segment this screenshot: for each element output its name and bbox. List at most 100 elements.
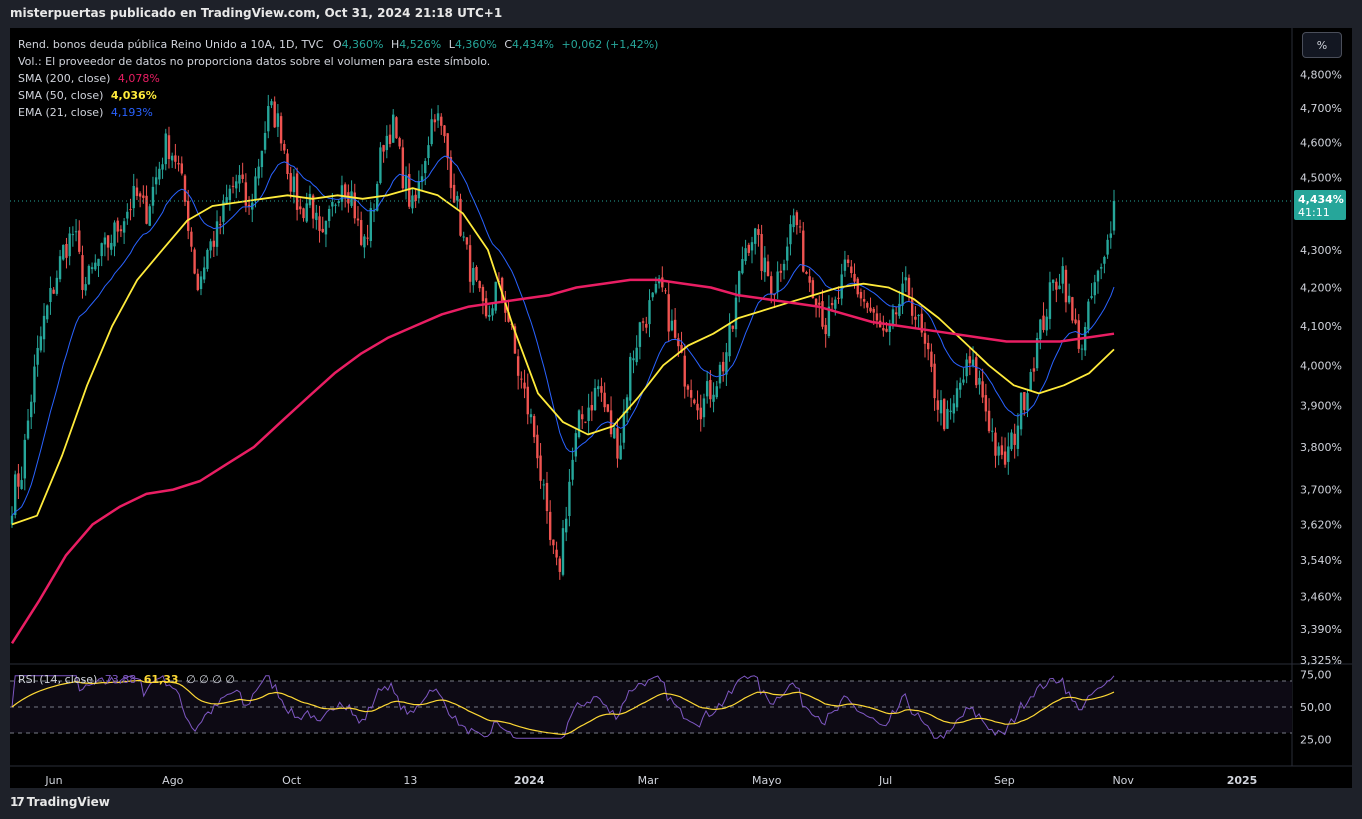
candle-body[interactable]: [792, 215, 795, 228]
candle-body[interactable]: [411, 195, 414, 209]
candle-body[interactable]: [1106, 239, 1109, 255]
candle-body[interactable]: [122, 221, 126, 233]
candle-body[interactable]: [414, 194, 417, 202]
candle-body[interactable]: [584, 421, 587, 423]
candle-body[interactable]: [962, 379, 965, 383]
candle-body[interactable]: [696, 403, 699, 411]
candle-body[interactable]: [449, 157, 453, 188]
candle-body[interactable]: [263, 132, 267, 150]
candle-body[interactable]: [183, 175, 187, 202]
candle-body[interactable]: [292, 176, 296, 193]
candle-body[interactable]: [978, 378, 981, 385]
candle-body[interactable]: [129, 209, 132, 211]
candle-body[interactable]: [555, 549, 558, 558]
candle-body[interactable]: [363, 236, 366, 248]
candle-body[interactable]: [770, 276, 773, 294]
candle-body[interactable]: [174, 155, 177, 162]
candle-body[interactable]: [1103, 257, 1106, 264]
percent-scale-button[interactable]: %: [1302, 32, 1342, 58]
candle-body[interactable]: [712, 394, 715, 402]
candle-body[interactable]: [488, 314, 491, 317]
candle-body[interactable]: [991, 430, 994, 432]
candle-body[interactable]: [1039, 319, 1042, 340]
candle-body[interactable]: [231, 185, 235, 187]
candle-body[interactable]: [818, 302, 821, 305]
candle-body[interactable]: [648, 300, 651, 325]
candle-body[interactable]: [997, 446, 1000, 456]
candle-body[interactable]: [161, 164, 164, 170]
candle-body[interactable]: [94, 262, 97, 270]
candle-body[interactable]: [904, 277, 907, 281]
candle-body[interactable]: [638, 322, 642, 347]
candle-body[interactable]: [882, 327, 885, 331]
ema21-line[interactable]: [11, 155, 1115, 517]
candle-body[interactable]: [862, 299, 866, 302]
candle-body[interactable]: [219, 224, 222, 226]
candle-body[interactable]: [853, 273, 856, 282]
candle-body[interactable]: [302, 208, 305, 219]
candle-body[interactable]: [472, 267, 475, 286]
candle-body[interactable]: [247, 204, 251, 207]
candle-body[interactable]: [946, 408, 949, 429]
candle-body[interactable]: [257, 166, 260, 179]
candle-body[interactable]: [145, 195, 148, 224]
candle-body[interactable]: [705, 381, 709, 397]
candle-body[interactable]: [603, 392, 606, 408]
candle-body[interactable]: [1093, 282, 1096, 296]
candle-body[interactable]: [779, 270, 783, 273]
candle-body[interactable]: [683, 355, 686, 387]
candle-body[interactable]: [808, 276, 811, 283]
candle-body[interactable]: [757, 229, 760, 235]
candle-body[interactable]: [299, 206, 302, 210]
candle-body[interactable]: [930, 351, 933, 367]
candle-body[interactable]: [23, 439, 27, 479]
candle-body[interactable]: [536, 434, 539, 459]
candle-body[interactable]: [523, 382, 526, 389]
candle-body[interactable]: [1048, 282, 1052, 319]
candle-body[interactable]: [1045, 316, 1048, 331]
candle-body[interactable]: [1071, 297, 1074, 321]
candle-body[interactable]: [87, 265, 91, 285]
candle-body[interactable]: [1042, 315, 1045, 330]
candle-body[interactable]: [379, 147, 382, 183]
candle-body[interactable]: [613, 427, 616, 439]
candle-body[interactable]: [516, 356, 520, 376]
candle-body[interactable]: [199, 276, 203, 290]
candle-body[interactable]: [728, 323, 731, 357]
candle-body[interactable]: [565, 518, 568, 533]
candle-body[interactable]: [151, 186, 155, 206]
candle-body[interactable]: [686, 385, 690, 390]
candle-body[interactable]: [424, 161, 427, 174]
candle-body[interactable]: [238, 175, 241, 184]
candle-body[interactable]: [959, 382, 962, 390]
candle-body[interactable]: [984, 395, 988, 412]
candle-body[interactable]: [907, 277, 911, 296]
candle-body[interactable]: [1016, 425, 1020, 449]
candle-body[interactable]: [142, 195, 145, 198]
candle-body[interactable]: [46, 305, 49, 320]
candle-body[interactable]: [241, 174, 244, 179]
candle-body[interactable]: [388, 134, 392, 144]
candle-body[interactable]: [529, 414, 533, 418]
candle-body[interactable]: [305, 203, 308, 222]
candle-body[interactable]: [766, 261, 770, 276]
candle-body[interactable]: [747, 244, 751, 253]
candle-body[interactable]: [327, 208, 331, 222]
candle-body[interactable]: [577, 410, 581, 438]
candle-body[interactable]: [1099, 267, 1103, 269]
candle-body[interactable]: [452, 184, 456, 203]
candle-body[interactable]: [571, 459, 574, 480]
candle-body[interactable]: [1080, 348, 1084, 350]
candle-body[interactable]: [574, 433, 578, 457]
candle-body[interactable]: [965, 359, 968, 377]
candle-body[interactable]: [741, 259, 744, 274]
candle-body[interactable]: [971, 359, 975, 367]
candle-body[interactable]: [814, 298, 818, 306]
candle-body[interactable]: [786, 246, 789, 261]
candle-body[interactable]: [289, 173, 292, 192]
candle-body[interactable]: [186, 200, 190, 231]
candle-body[interactable]: [635, 347, 638, 363]
candle-body[interactable]: [731, 325, 734, 329]
candle-body[interactable]: [548, 511, 552, 540]
candle-body[interactable]: [968, 356, 972, 364]
